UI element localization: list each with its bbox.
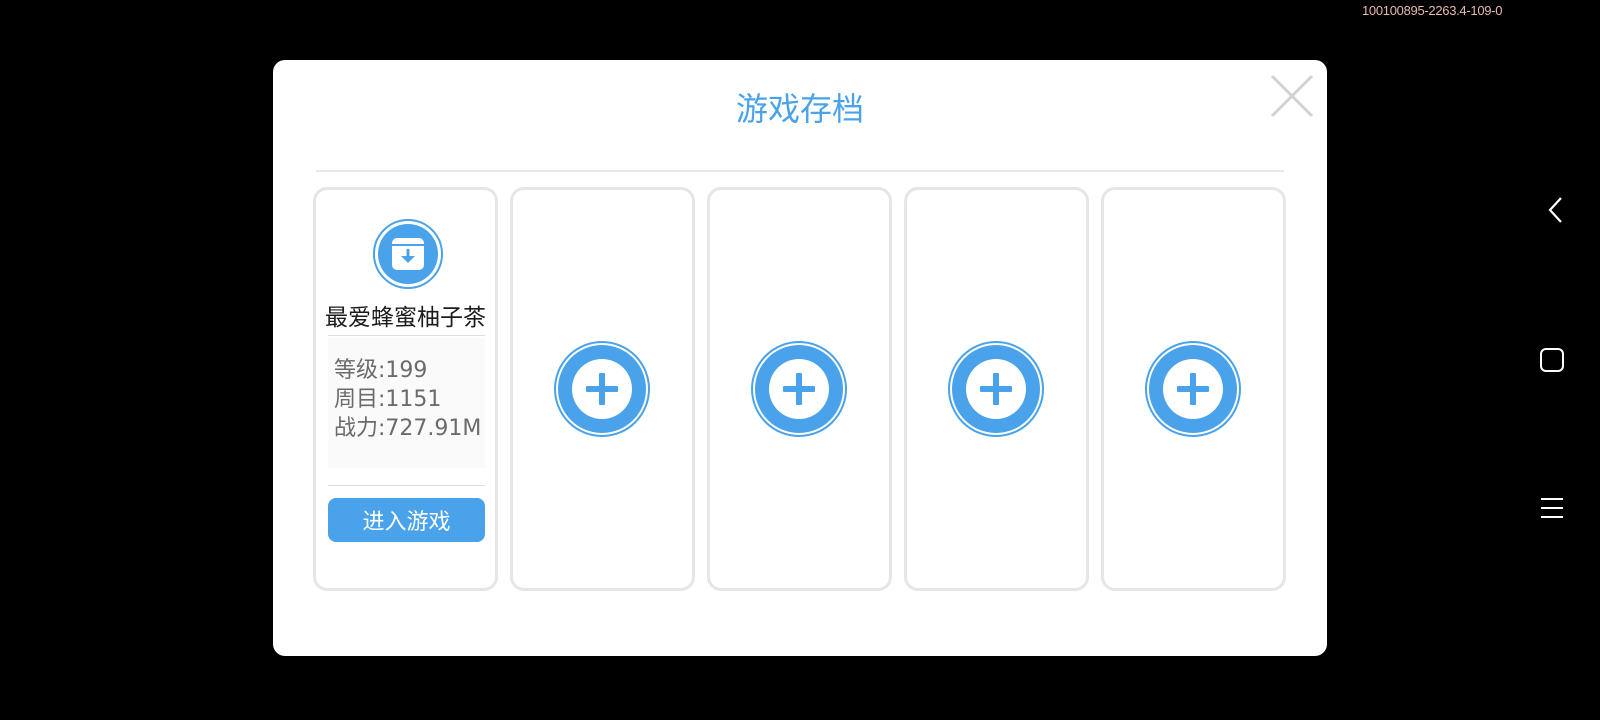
nav-back-button[interactable]	[1536, 190, 1576, 230]
home-icon	[1540, 348, 1564, 372]
save-slot-2[interactable]	[510, 187, 695, 591]
name-divider	[328, 335, 485, 336]
stat-level: 等级:199	[334, 358, 428, 383]
stat-power: 战力:727.91M	[334, 416, 482, 441]
menu-icon	[1541, 498, 1563, 518]
add-save-button[interactable]	[947, 340, 1045, 438]
enter-game-button[interactable]: 进入游戏	[328, 498, 485, 542]
nav-menu-button[interactable]	[1532, 488, 1572, 528]
save-stats: 等级:199 周目:1151 战力:727.91M	[328, 338, 485, 468]
add-save-button[interactable]	[750, 340, 848, 438]
title-divider	[316, 170, 1284, 172]
save-slot-1: 最爱蜂蜜柚子茶 等级:199 周目:1151 战力:727.91M 进入游戏	[313, 187, 498, 591]
save-name: 最爱蜂蜜柚子茶	[325, 305, 486, 331]
build-version-label: 100100895-2263.4-109-0	[1362, 3, 1503, 18]
save-download-icon	[372, 218, 444, 290]
close-button[interactable]	[1269, 73, 1315, 119]
dialog-title: 游戏存档	[735, 90, 864, 128]
nav-home-button[interactable]	[1532, 340, 1572, 380]
plus-icon	[1145, 341, 1241, 437]
plus-icon	[751, 341, 847, 437]
save-slots-list: 最爱蜂蜜柚子茶 等级:199 周目:1151 战力:727.91M 进入游戏	[313, 187, 1287, 591]
save-slot-3[interactable]	[707, 187, 892, 591]
plus-icon	[554, 341, 650, 437]
save-slots-dialog: 游戏存档 最爱蜂蜜柚子茶 等级:199 周目:1151 战力:727.91M 进…	[273, 60, 1327, 656]
back-icon	[1548, 197, 1562, 223]
add-save-button[interactable]	[1144, 340, 1242, 438]
plus-icon	[948, 341, 1044, 437]
save-slot-4[interactable]	[904, 187, 1089, 591]
button-divider	[328, 485, 485, 486]
save-slot-5[interactable]	[1101, 187, 1286, 591]
stat-cycle: 周目:1151	[334, 387, 442, 412]
screen: 100100895-2263.4-109-0 游戏存档 最爱蜂蜜柚子茶 等级:1…	[0, 0, 1600, 720]
add-save-button[interactable]	[553, 340, 651, 438]
close-icon	[1270, 74, 1314, 118]
